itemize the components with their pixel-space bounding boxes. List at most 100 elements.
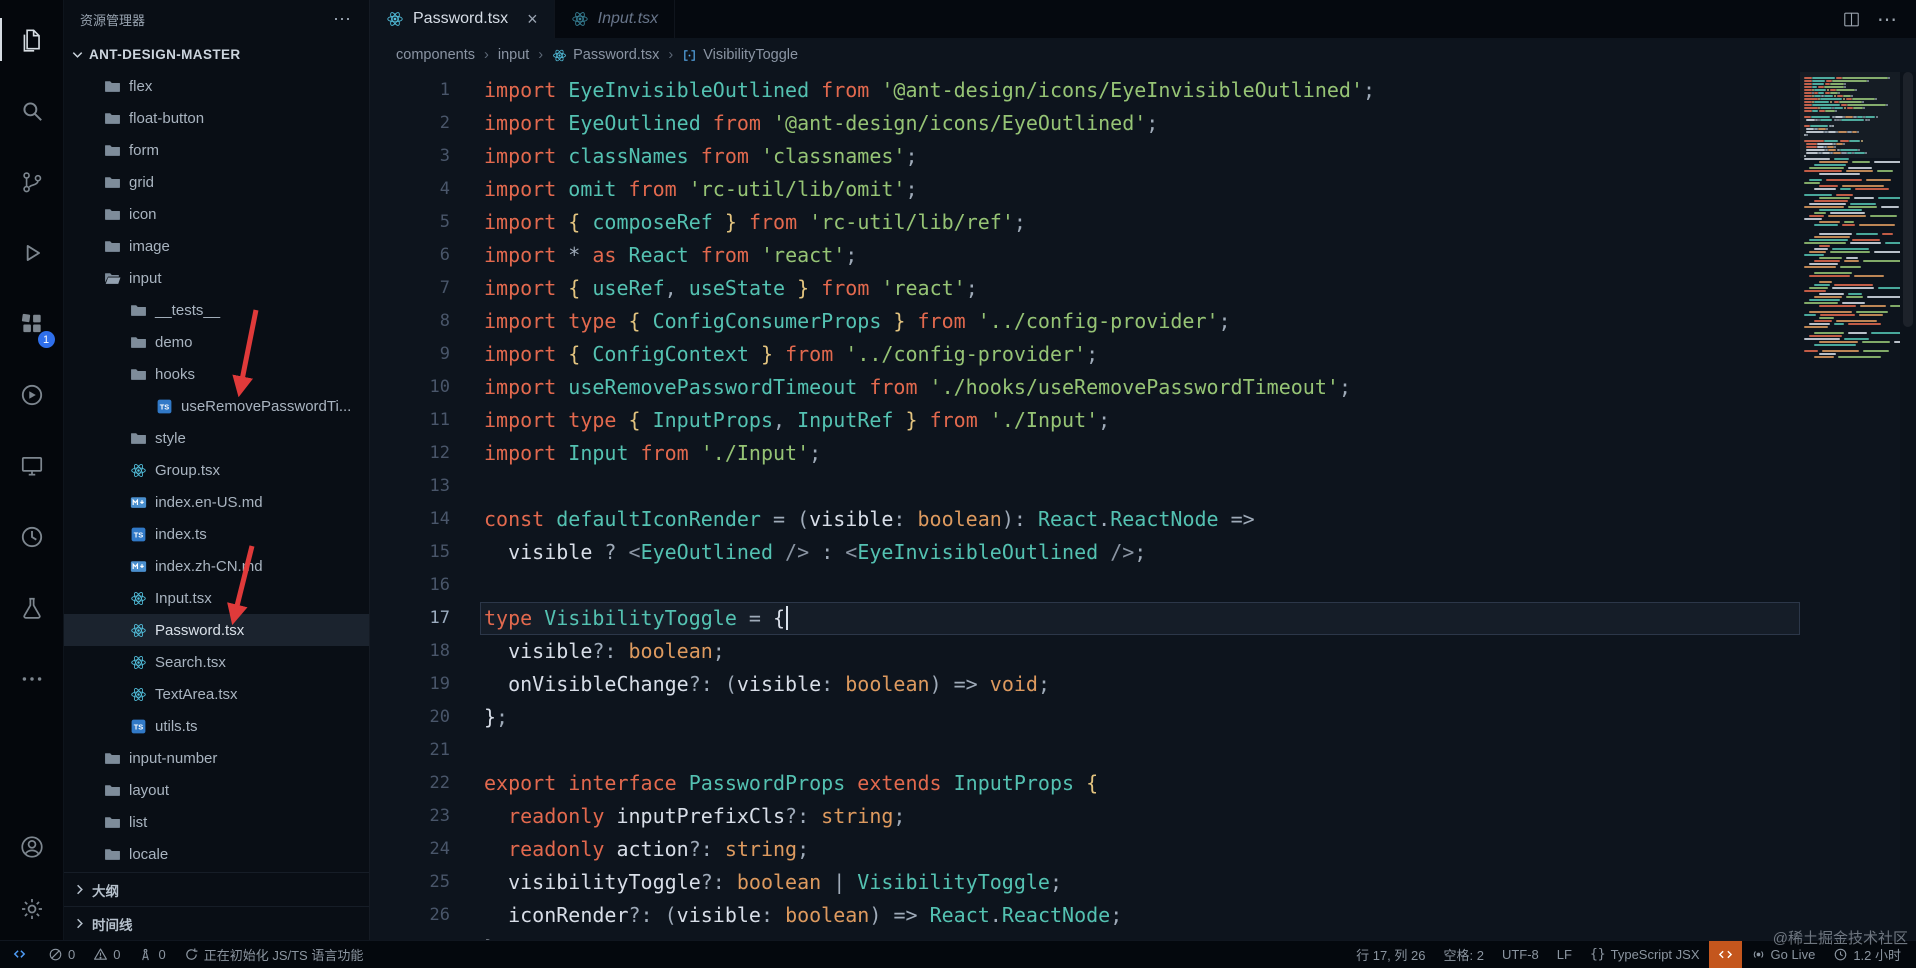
status-cursor-position[interactable]: 行 17, 列 26	[1347, 941, 1434, 968]
tree-item[interactable]: index.zh-CN.md	[64, 550, 369, 582]
tree-item[interactable]: Password.tsx	[64, 614, 369, 646]
status-label: Go Live	[1770, 947, 1816, 962]
breadcrumb-item[interactable]: VisibilityToggle	[682, 47, 798, 63]
tree-item[interactable]: locale	[64, 838, 369, 870]
scrollbar-thumb[interactable]	[1903, 72, 1913, 327]
code-line[interactable]: 11 import type { InputProps, InputRef } f…	[370, 404, 1800, 437]
tree-item[interactable]: hooks	[64, 358, 369, 390]
code-line[interactable]: 22 export interface PasswordProps extends…	[370, 767, 1800, 800]
line-number: 13	[429, 476, 450, 496]
editor-more-icon[interactable]: ⋯	[1877, 7, 1898, 32]
code-line[interactable]: 4 import omit from 'rc-util/lib/omit';	[370, 173, 1800, 206]
status-problems-errors[interactable]: 0	[39, 941, 84, 968]
status-language-mode[interactable]: {} TypeScript JSX	[1581, 941, 1709, 968]
timeline-section[interactable]: 时间线	[64, 906, 369, 940]
code-line[interactable]: 8 import type { ConfigConsumerProps } fro…	[370, 305, 1800, 338]
tree-item[interactable]: TS index.ts	[64, 518, 369, 550]
tree-item[interactable]: input-number	[64, 742, 369, 774]
activity-explorer-icon[interactable]	[0, 4, 64, 75]
tree-item[interactable]: image	[64, 230, 369, 262]
code-line[interactable]: 17 type VisibilityToggle = {	[370, 602, 1800, 635]
code-line[interactable]: 19 onVisibleChange?: (visible: boolean) …	[370, 668, 1800, 701]
activity-run-and-debug-icon[interactable]	[0, 217, 64, 288]
sidebar-more-icon[interactable]: ⋯	[333, 9, 353, 30]
activity-tool-circle-icon[interactable]	[0, 359, 64, 430]
code-line[interactable]: 20};	[370, 701, 1800, 734]
code-line[interactable]: 3 import classNames from 'classnames';	[370, 140, 1800, 173]
tree-item[interactable]: form	[64, 134, 369, 166]
tree-item[interactable]: __tests__	[64, 294, 369, 326]
code-line[interactable]: 9 import { ConfigContext } from '../confi…	[370, 338, 1800, 371]
tree-item[interactable]: index.en-US.md	[64, 486, 369, 518]
status-problems-warnings[interactable]: 0	[84, 941, 129, 968]
tree-item[interactable]: Input.tsx	[64, 582, 369, 614]
activity-history-icon[interactable]	[0, 501, 64, 572]
code-line[interactable]: 25 visibilityToggle?: boolean | Visibili…	[370, 866, 1800, 899]
tab-password-tsx[interactable]: Password.tsx ×	[370, 0, 555, 38]
tree-item[interactable]: demo	[64, 326, 369, 358]
code-line[interactable]: 7 import { useRef, useState } from 'react…	[370, 272, 1800, 305]
status-go-live[interactable]: Go Live	[1742, 941, 1825, 968]
status-extension-badge[interactable]	[1708, 941, 1742, 968]
tab-close-icon[interactable]: ×	[527, 10, 538, 28]
outline-section[interactable]: 大纲	[64, 872, 369, 906]
status-encoding[interactable]: UTF-8	[1493, 941, 1548, 968]
line-number: 8	[439, 311, 450, 331]
code-line[interactable]: 26 iconRender?: (visible: boolean) => Re…	[370, 899, 1800, 932]
activity-settings-icon[interactable]	[0, 878, 64, 940]
tree-item[interactable]: TS useRemovePasswordTi...	[64, 390, 369, 422]
status-remote-indicator[interactable]	[0, 941, 39, 968]
tree-root[interactable]: ANT-DESIGN-MASTER	[64, 38, 369, 70]
code-line[interactable]: 23 readonly inputPrefixCls?: string;	[370, 800, 1800, 833]
code-editor[interactable]: 1 import EyeInvisibleOutlined from '@ant-…	[370, 72, 1800, 940]
code-line[interactable]: 18 visible?: boolean;	[370, 635, 1800, 668]
code-line[interactable]: 16	[370, 569, 1800, 602]
code-line[interactable]: 15 visible ? <EyeOutlined /> : <EyeInvis…	[370, 536, 1800, 569]
tree-item[interactable]: TextArea.tsx	[64, 678, 369, 710]
line-number: 25	[429, 872, 450, 892]
tree-item[interactable]: style	[64, 422, 369, 454]
tree-item[interactable]: icon	[64, 198, 369, 230]
tab-input-tsx[interactable]: Input.tsx	[554, 0, 676, 38]
code-line[interactable]: 12 import Input from './Input';	[370, 437, 1800, 470]
file-label: Search.tsx	[155, 653, 226, 671]
code-line[interactable]: 2 import EyeOutlined from '@ant-design/ic…	[370, 107, 1800, 140]
tree-item[interactable]: layout	[64, 774, 369, 806]
minimap[interactable]	[1800, 72, 1916, 940]
code-line[interactable]: 10 import useRemovePasswordTimeout from '…	[370, 371, 1800, 404]
activity-more-icon[interactable]	[0, 643, 64, 714]
status-language-status[interactable]: 正在初始化 JS/TS 语言功能	[175, 941, 373, 968]
editor-scrollbar[interactable]	[1900, 72, 1916, 940]
breadcrumb-item[interactable]: input	[498, 47, 529, 63]
tree-item[interactable]: Search.tsx	[64, 646, 369, 678]
tree-item[interactable]: flex	[64, 70, 369, 102]
code-line[interactable]: 24 readonly action?: string;	[370, 833, 1800, 866]
tree-item[interactable]: float-button	[64, 102, 369, 134]
activity-source-control-icon[interactable]	[0, 146, 64, 217]
activity-search-icon[interactable]	[0, 75, 64, 146]
code-line[interactable]: 5 import { composeRef } from 'rc-util/lib…	[370, 206, 1800, 239]
status-eol[interactable]: LF	[1548, 941, 1581, 968]
code-line[interactable]: 6 import * as React from 'react';	[370, 239, 1800, 272]
status-ports[interactable]: 0	[129, 941, 174, 968]
code-line[interactable]: 1 import EyeInvisibleOutlined from '@ant-…	[370, 74, 1800, 107]
code-line[interactable]: 21	[370, 734, 1800, 767]
tree-item[interactable]: Group.tsx	[64, 454, 369, 486]
breadcrumb-item[interactable]: components	[396, 47, 475, 63]
code-line[interactable]: 13	[370, 470, 1800, 503]
code-line[interactable]: 14 const defaultIconRender = (visible: bo…	[370, 503, 1800, 536]
activity-testing-icon[interactable]	[0, 572, 64, 643]
activity-extensions-icon[interactable]: 1	[0, 288, 64, 359]
activity-account-icon[interactable]	[0, 816, 64, 878]
split-editor-icon[interactable]	[1842, 10, 1861, 29]
status-time-tracker[interactable]: 1.2 小时	[1824, 941, 1910, 968]
activity-remote-explorer-icon[interactable]	[0, 430, 64, 501]
tree-item[interactable]: grid	[64, 166, 369, 198]
text-cursor	[786, 606, 789, 630]
status-indentation[interactable]: 空格: 2	[1434, 941, 1492, 968]
tree-item[interactable]: list	[64, 806, 369, 838]
code-line[interactable]: 27}	[370, 932, 1800, 940]
breadcrumb-item[interactable]: Password.tsx	[552, 47, 659, 63]
tree-item[interactable]: input	[64, 262, 369, 294]
tree-item[interactable]: TS utils.ts	[64, 710, 369, 742]
